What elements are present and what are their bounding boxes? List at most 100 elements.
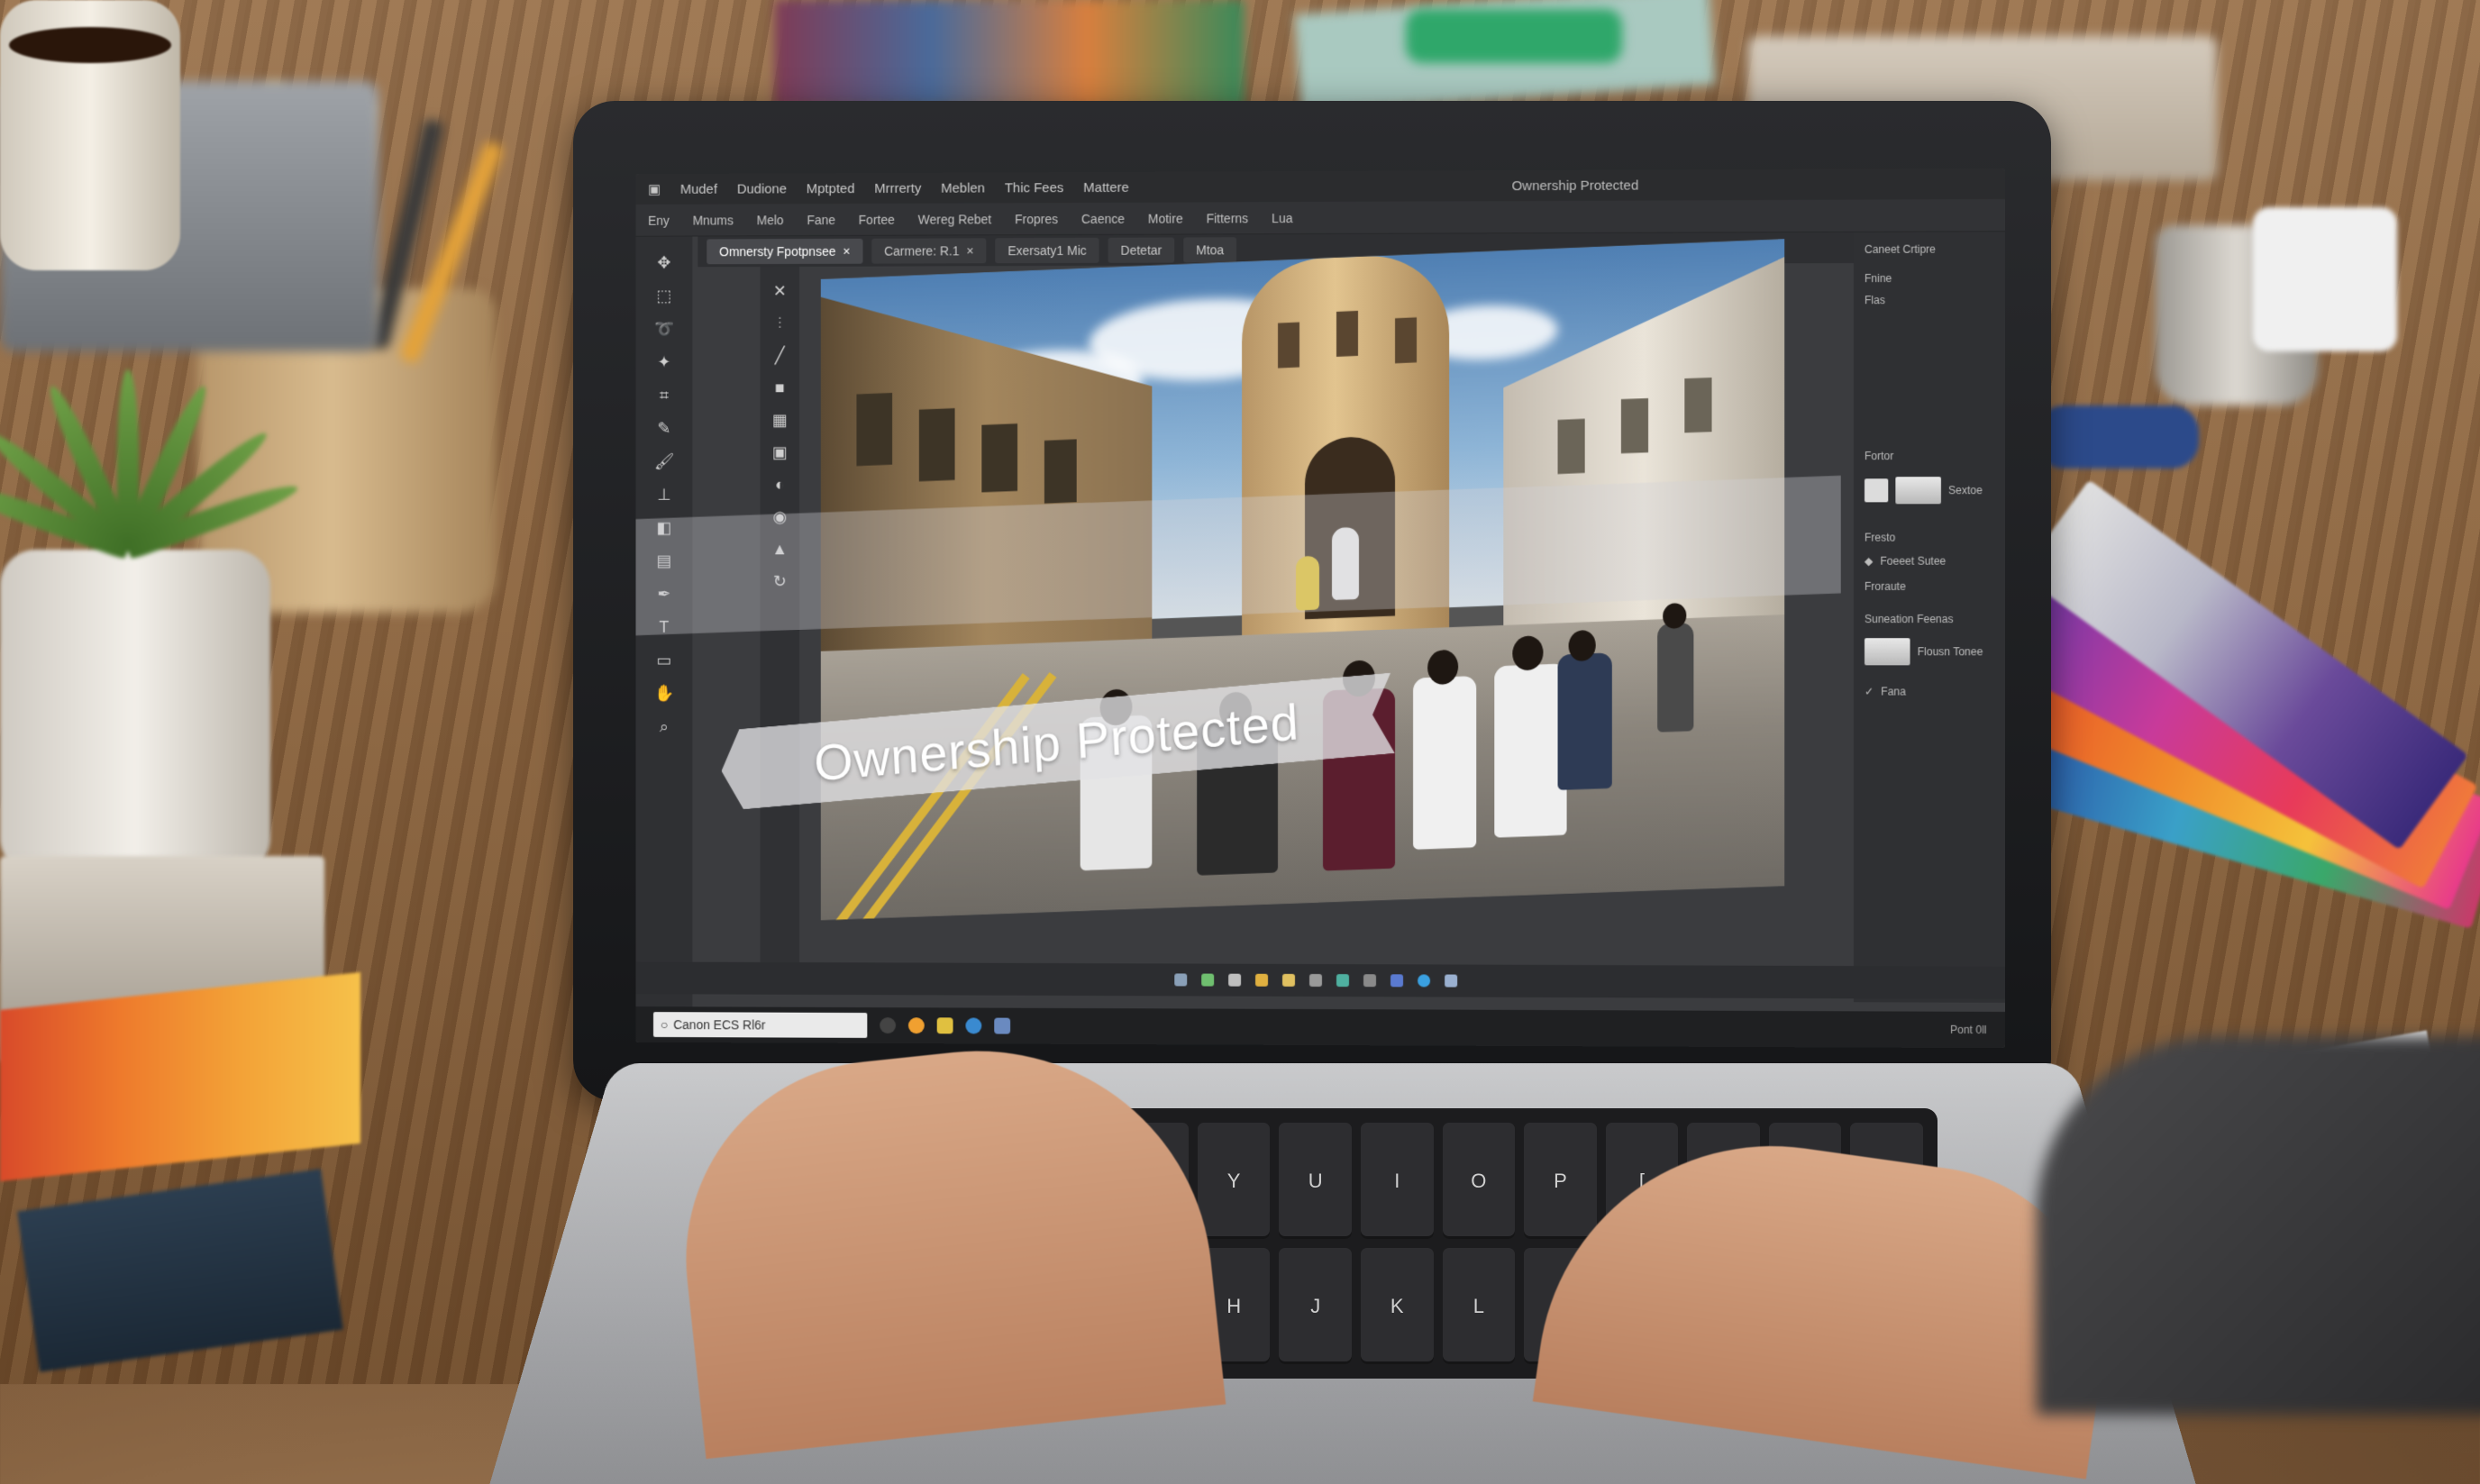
file-explorer-icon[interactable] — [937, 1017, 953, 1033]
hand-tool-icon[interactable]: ✋ — [654, 683, 674, 703]
panel-item[interactable]: Fnine — [1865, 272, 1892, 285]
panel-swatches[interactable]: Sextoe — [1865, 477, 1983, 504]
sleeve — [2037, 1036, 2480, 1415]
coffee-cup — [0, 0, 180, 270]
toolbar-item[interactable]: Fropres — [1015, 212, 1058, 226]
move-tool-icon[interactable]: ✥ — [654, 252, 674, 272]
taskbar-search-field[interactable]: ○ Canon ECS Rl6r — [653, 1012, 867, 1038]
menu-item[interactable]: Thic Fees — [1005, 180, 1063, 196]
toolbar-item[interactable]: Eny — [648, 213, 670, 227]
browser-icon[interactable] — [908, 1017, 925, 1033]
link-icon[interactable] — [1390, 974, 1403, 987]
menu-item[interactable]: Dudione — [737, 181, 787, 196]
window — [1684, 378, 1711, 432]
panel-item[interactable]: Fresto — [1865, 532, 1895, 544]
search-text: Canon ECS Rl6r — [673, 1017, 765, 1032]
image-icon[interactable] — [1201, 974, 1214, 987]
eyedropper-tool-icon[interactable]: ✎ — [654, 418, 674, 438]
menu-item[interactable]: Mattere — [1083, 179, 1129, 195]
window — [1278, 323, 1299, 369]
panel-item[interactable]: Suneation Feenas — [1865, 613, 1953, 625]
window — [1336, 311, 1358, 357]
shape-tool-icon[interactable]: ▭ — [654, 651, 674, 670]
panel-item-label: Fana — [1881, 685, 1906, 697]
wand-tool-icon[interactable]: ✦ — [654, 352, 674, 372]
key[interactable]: Y — [1198, 1123, 1271, 1239]
menu-item[interactable]: Mudef — [680, 181, 717, 196]
toolbar-item[interactable]: Fitterns — [1207, 211, 1249, 225]
toolbar-item[interactable]: Wereg Rebet — [918, 212, 992, 226]
pen-icon[interactable] — [1228, 974, 1241, 987]
window — [981, 423, 1017, 492]
panel-item[interactable]: Flas — [1865, 294, 1885, 306]
edge-icon[interactable] — [965, 1017, 981, 1033]
layer-thumb[interactable] — [1865, 638, 1910, 665]
key[interactable]: J — [1279, 1248, 1352, 1364]
image-icon[interactable]: ▣ — [770, 442, 789, 462]
folder-icon[interactable] — [1282, 974, 1295, 987]
marquee-tool-icon[interactable]: ⬚ — [654, 286, 674, 305]
tab-label: Exersaty1 Mic — [1008, 243, 1086, 258]
tab-document[interactable]: Detetar — [1108, 238, 1175, 263]
square-icon[interactable]: ■ — [770, 378, 789, 397]
menu-item[interactable]: Meblen — [941, 180, 985, 196]
tools-panel: ✥ ⬚ ➰ ✦ ⌗ ✎ 🖌 ⊥ ◧ ▤ ✒ T ▭ ✋ ⌕ — [635, 237, 692, 1043]
tab-document[interactable]: Mtoa — [1183, 237, 1236, 262]
options-toolbar: Eny Mnums Melo Fane Fortee Wereg Rebet F… — [635, 199, 2005, 237]
panel-item[interactable]: Flousn Tonee — [1865, 638, 1983, 665]
globe-icon[interactable] — [1418, 974, 1430, 987]
window — [1558, 419, 1585, 474]
lasso-tool-icon[interactable]: ➰ — [654, 319, 674, 339]
folder-icon[interactable] — [1255, 974, 1268, 987]
panel-item[interactable]: ◆ Foeeet Sutee — [1865, 555, 1946, 568]
close-icon[interactable]: × — [843, 244, 850, 259]
panel-item-label: Fresto — [1865, 532, 1895, 544]
tab-document[interactable]: Carmere: R.1 × — [871, 238, 986, 263]
menu-item[interactable]: Mrrrerty — [874, 180, 921, 196]
key[interactable]: U — [1279, 1123, 1352, 1239]
brush-tool-icon[interactable]: 🖌 — [654, 451, 674, 471]
toolbar-item[interactable]: Motire — [1148, 211, 1183, 225]
layers-icon[interactable] — [1309, 974, 1322, 987]
toolbar-item[interactable]: Lua — [1272, 211, 1292, 225]
person — [1558, 652, 1612, 790]
panel-item-label: Suneation Feenas — [1865, 613, 1953, 625]
window — [1395, 317, 1417, 363]
panel-item[interactable]: ✓ Fana — [1865, 685, 1906, 697]
toolbar-item[interactable]: Caence — [1081, 211, 1125, 225]
stamp-tool-icon[interactable]: ⊥ — [654, 485, 674, 505]
mask-icon[interactable] — [1363, 974, 1376, 987]
key[interactable]: P — [1524, 1123, 1597, 1239]
panel-item[interactable]: Fortor — [1865, 450, 1893, 462]
crop-tool-icon[interactable]: ⌗ — [654, 386, 674, 405]
key[interactable]: K — [1361, 1248, 1434, 1364]
adjust-icon[interactable] — [1336, 974, 1349, 987]
menu-item[interactable]: Mptpted — [807, 181, 855, 196]
close-icon[interactable]: ✕ — [770, 281, 789, 301]
key[interactable]: O — [1443, 1123, 1516, 1239]
green-marker — [1406, 9, 1622, 63]
toolbar-item[interactable]: Melo — [757, 213, 784, 227]
panel-item[interactable]: Froraute — [1865, 580, 1906, 593]
layers-icon[interactable]: ▦ — [770, 410, 789, 430]
line-tool-icon[interactable]: ╱ — [770, 345, 789, 365]
toolbar-item[interactable]: Fortee — [859, 212, 895, 226]
task-view-icon[interactable] — [880, 1017, 896, 1033]
swatch-thumb[interactable] — [1865, 478, 1888, 502]
close-icon[interactable]: × — [966, 243, 973, 258]
tab-document[interactable]: Omnersty Fpotpnsee × — [707, 239, 862, 264]
monitor-icon[interactable] — [1445, 975, 1457, 988]
toolbar-item[interactable]: Mnums — [693, 213, 734, 227]
store-icon[interactable] — [994, 1018, 1010, 1034]
key[interactable]: L — [1443, 1248, 1516, 1364]
laptop-screen: ▣ Mudef Dudione Mptpted Mrrrerty Meblen … — [635, 168, 2005, 1048]
grid-icon[interactable] — [1174, 973, 1187, 986]
zoom-tool-icon[interactable]: ⌕ — [654, 716, 674, 736]
toolbar-item[interactable]: Fane — [807, 213, 835, 227]
layer-thumb[interactable] — [1895, 477, 1941, 504]
adjust-icon[interactable]: ◐ — [770, 475, 789, 495]
key[interactable]: I — [1361, 1123, 1434, 1239]
tab-document[interactable]: Exersaty1 Mic — [995, 238, 1099, 263]
ruler-icon[interactable]: ⫶ — [770, 314, 789, 333]
panel-item-label: Froraute — [1865, 580, 1906, 593]
